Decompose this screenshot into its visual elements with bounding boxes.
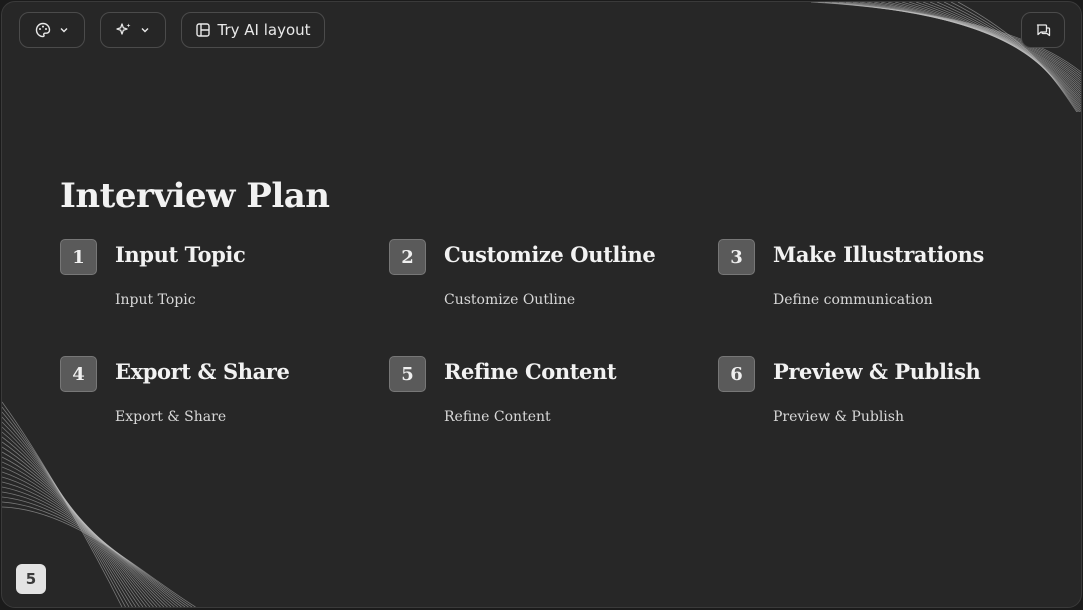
try-ai-layout-label: Try AI layout — [217, 21, 311, 39]
step-number: 3 — [718, 239, 755, 275]
step-number: 5 — [389, 356, 426, 392]
step-heading: Customize Outline — [444, 242, 656, 267]
step-number: 6 — [718, 356, 755, 392]
step-description: Customize Outline — [444, 292, 576, 308]
slide: Try AI layout Interview Plan 1 Input Top… — [1, 1, 1082, 608]
step-heading: Export & Share — [115, 359, 290, 384]
comment-button[interactable] — [1021, 12, 1065, 48]
step-card: 6 Preview & Publish Preview & Publish — [718, 356, 1018, 436]
palette-icon — [35, 22, 51, 38]
step-number: 2 — [389, 239, 426, 275]
step-heading: Preview & Publish — [773, 359, 981, 384]
page-number-badge[interactable]: 5 — [16, 564, 46, 594]
step-description: Refine Content — [444, 409, 551, 425]
chevron-down-icon — [59, 25, 69, 35]
step-card: 2 Customize Outline Customize Outline — [389, 239, 689, 319]
ai-assist-button[interactable] — [100, 12, 166, 48]
chevron-down-icon — [140, 25, 150, 35]
step-heading: Make Illustrations — [773, 242, 984, 267]
layout-icon — [195, 22, 211, 38]
step-description: Input Topic — [115, 292, 196, 308]
step-card: 4 Export & Share Export & Share — [60, 356, 360, 436]
step-heading: Input Topic — [115, 242, 246, 267]
step-heading: Refine Content — [444, 359, 617, 384]
step-description: Export & Share — [115, 409, 227, 425]
step-description: Preview & Publish — [773, 409, 904, 425]
try-ai-layout-button[interactable]: Try AI layout — [181, 12, 325, 48]
step-card: 3 Make Illustrations Define communicatio… — [718, 239, 1018, 319]
step-description: Define communication — [773, 292, 933, 308]
sparkles-icon — [116, 22, 132, 38]
theme-button[interactable] — [19, 12, 85, 48]
step-number: 4 — [60, 356, 97, 392]
step-number: 1 — [60, 239, 97, 275]
comment-icon — [1035, 22, 1051, 38]
slide-title: Interview Plan — [60, 176, 330, 216]
step-card: 5 Refine Content Refine Content — [389, 356, 689, 436]
step-card: 1 Input Topic Input Topic — [60, 239, 360, 319]
